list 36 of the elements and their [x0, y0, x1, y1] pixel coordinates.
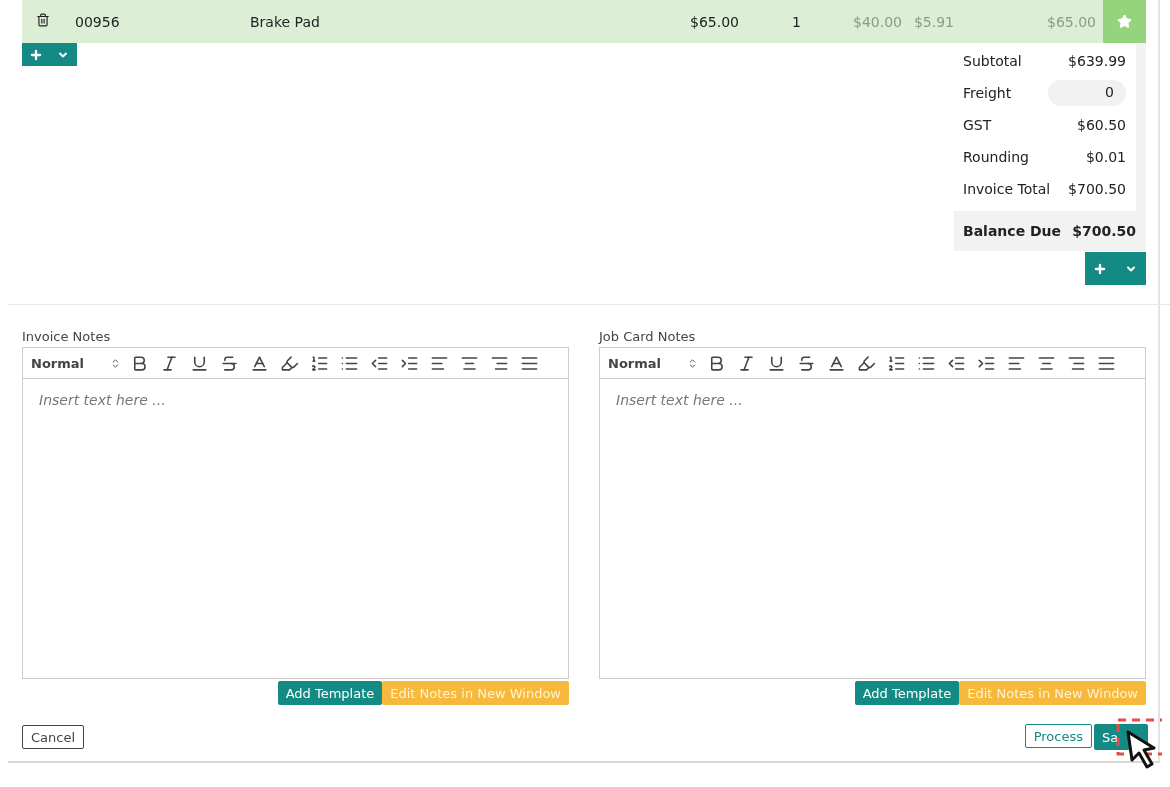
- total-value: $0.01: [1085, 149, 1126, 165]
- notes-label: Invoice Notes: [22, 330, 112, 344]
- star-button[interactable]: [1103, 0, 1146, 43]
- total-label: Subtotal: [963, 53, 1022, 69]
- total-label: GST: [963, 117, 992, 133]
- total-value: $700.50: [1068, 181, 1126, 197]
- table-cell-text: $65.00: [689, 13, 739, 30]
- process-button[interactable]: Process: [1024, 724, 1092, 748]
- table-cell-text: $5.91: [912, 13, 954, 30]
- balance-label: Balance Due: [963, 223, 1062, 239]
- add-template-button[interactable]: Add Template: [854, 681, 960, 705]
- total-label: Rounding: [963, 149, 1029, 165]
- notes-label: Job Card Notes: [599, 330, 697, 344]
- total-value: $60.50: [1077, 117, 1126, 133]
- add-split-button[interactable]: [22, 43, 77, 66]
- cancel-button[interactable]: Cancel: [22, 725, 85, 749]
- trash-icon[interactable]: [36, 13, 50, 27]
- notes-editor[interactable]: Normal Insert text here ...: [22, 347, 569, 679]
- table-cell-text: Brake Pad: [250, 13, 321, 30]
- star-icon: [1117, 14, 1132, 29]
- table-cell-text: 1: [791, 13, 801, 30]
- total-label: Invoice Total: [963, 181, 1051, 197]
- notes-editor[interactable]: Normal Insert text here ...: [599, 347, 1146, 679]
- total-label: Freight: [963, 85, 1012, 101]
- table-cell-text: $65.00: [1046, 13, 1096, 30]
- freight-field[interactable]: 0: [1048, 80, 1126, 106]
- up-down-icon: [687, 357, 698, 369]
- add-template-button[interactable]: Add Template: [277, 681, 383, 705]
- balance-value: $700.50: [1072, 223, 1136, 239]
- format-dropdown[interactable]: Normal: [608, 355, 698, 371]
- up-down-icon: [110, 357, 121, 369]
- total-value: $639.99: [1068, 53, 1126, 69]
- add-split-button[interactable]: [1085, 252, 1146, 285]
- table-cell-text: $40.00: [852, 13, 902, 30]
- table-cell-text: 00956: [75, 13, 121, 30]
- format-dropdown[interactable]: Normal: [31, 355, 121, 371]
